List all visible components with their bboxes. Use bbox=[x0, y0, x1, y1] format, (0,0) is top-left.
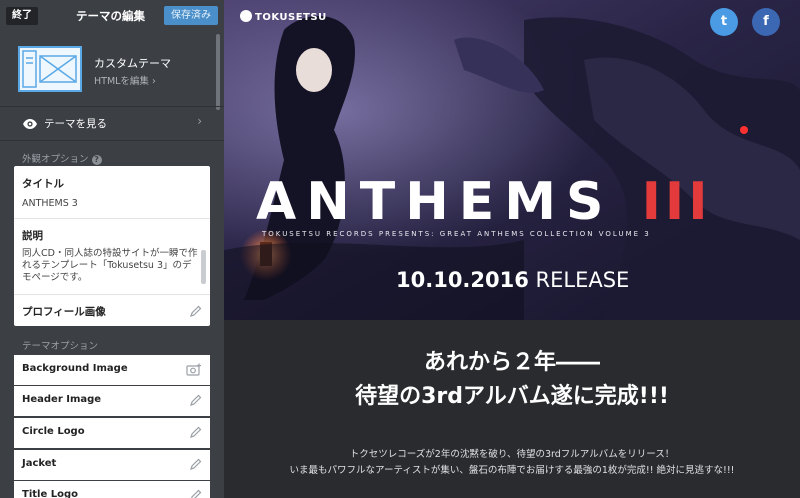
divider bbox=[0, 140, 224, 141]
option-jacket[interactable]: Jacket bbox=[14, 450, 210, 480]
description-field-label: 説明 bbox=[22, 230, 43, 242]
brand-name: TOKUSETSU bbox=[255, 12, 327, 23]
headline-2: 待望の3rdアルバム遂に完成!!! bbox=[355, 384, 669, 409]
theme-name: カスタムテーマ bbox=[94, 57, 171, 70]
title-field-label: タイトル bbox=[22, 178, 64, 190]
current-theme-card[interactable]: カスタムテーマ HTMLを編集 › bbox=[14, 44, 210, 100]
option-label: Header Image bbox=[22, 394, 102, 405]
content-section: あれから２年―― 待望の3rdアルバム遂に完成!!! トクセツレコーズが2年の沈… bbox=[224, 320, 800, 498]
hero-banner: TOKUSETSU t f ANTHEMS III TOKUSETSU RECO… bbox=[224, 0, 800, 320]
pencil-icon[interactable] bbox=[190, 489, 202, 498]
appearance-section-label: 外観オプション? bbox=[22, 151, 102, 165]
option-header-image[interactable]: Header Image bbox=[14, 386, 210, 416]
facebook-icon: f bbox=[763, 14, 769, 29]
pencil-icon[interactable] bbox=[190, 305, 202, 317]
theme-thumbnail bbox=[18, 46, 82, 92]
theme-options-section-label: テーマオプション bbox=[22, 341, 99, 352]
divider bbox=[14, 218, 210, 219]
sidebar-topbar: 終了 テーマの編集 保存済み bbox=[0, 0, 224, 30]
chevron-right-icon: › bbox=[197, 114, 202, 128]
help-icon[interactable]: ? bbox=[91, 155, 102, 165]
saved-button[interactable]: 保存済み bbox=[164, 6, 218, 25]
release-info: 10.10.2016 RELEASE bbox=[396, 268, 629, 292]
hero-title-number: III bbox=[641, 172, 712, 232]
description-scrollbar[interactable] bbox=[201, 250, 206, 284]
view-theme-link[interactable]: テーマを見る › bbox=[0, 112, 210, 134]
appearance-section-text: 外観オプション bbox=[22, 154, 89, 165]
sidebar-title: テーマの編集 bbox=[76, 9, 145, 23]
camera-add-icon[interactable] bbox=[186, 363, 202, 379]
option-label: Title Logo bbox=[22, 489, 78, 498]
title-field[interactable]: ANTHEMS 3 bbox=[22, 198, 78, 209]
divider bbox=[14, 294, 210, 295]
pencil-icon[interactable] bbox=[190, 394, 202, 409]
option-label: Background Image bbox=[22, 363, 128, 374]
release-word: RELEASE bbox=[528, 268, 630, 292]
profile-image-label: プロフィール画像 bbox=[22, 306, 106, 318]
close-button[interactable]: 終了 bbox=[6, 7, 38, 25]
theme-editor: 終了 テーマの編集 保存済み カスタムテーマ HTMLを編集 › テーマを見る … bbox=[0, 0, 800, 498]
sidebar-scrollbar[interactable] bbox=[216, 34, 220, 110]
eye-icon bbox=[22, 115, 38, 134]
intro-paragraph-1: トクセツレコーズが2年の沈黙を破り、待望の3rdフルアルバムをリリース！ bbox=[349, 449, 675, 460]
option-background-image[interactable]: Background Image bbox=[14, 355, 210, 385]
twitter-button[interactable]: t bbox=[710, 8, 738, 36]
view-theme-label: テーマを見る bbox=[44, 118, 107, 130]
pencil-icon[interactable] bbox=[190, 458, 202, 473]
description-field[interactable]: 同人CD・同人誌の特設サイトが一瞬で作れるテンプレート「Tokusetsu 3」… bbox=[22, 248, 200, 284]
hero-subtitle: TOKUSETSU RECORDS PRESENTS: GREAT ANTHEM… bbox=[262, 230, 651, 238]
site-logo[interactable]: TOKUSETSU bbox=[240, 10, 327, 23]
twitter-icon: t bbox=[720, 14, 728, 29]
release-date: 10.10.2016 bbox=[396, 268, 529, 292]
divider bbox=[0, 106, 224, 107]
logo-icon bbox=[240, 10, 252, 22]
appearance-panel: タイトル ANTHEMS 3 説明 同人CD・同人誌の特設サイトが一瞬で作れるテ… bbox=[14, 166, 210, 326]
intro-paragraph-2: いま最もパワフルなアーティストが集い、盤石の布陣でお届けする最強の1枚が完成!!… bbox=[289, 465, 735, 476]
edit-html-link[interactable]: HTMLを編集 › bbox=[94, 73, 156, 87]
option-title-logo[interactable]: Title Logo bbox=[14, 481, 210, 498]
pencil-icon[interactable] bbox=[190, 426, 202, 441]
option-label: Circle Logo bbox=[22, 426, 85, 437]
headline-1: あれから２年―― bbox=[423, 350, 600, 375]
option-circle-logo[interactable]: Circle Logo bbox=[14, 418, 210, 448]
theme-thumbnail-icon bbox=[22, 50, 77, 88]
editor-sidebar: 終了 テーマの編集 保存済み カスタムテーマ HTMLを編集 › テーマを見る … bbox=[0, 0, 224, 498]
hero-title-text: ANTHEMS bbox=[256, 172, 642, 232]
option-label: Jacket bbox=[22, 458, 57, 469]
site-preview: TOKUSETSU t f ANTHEMS III TOKUSETSU RECO… bbox=[224, 0, 800, 498]
hero-title: ANTHEMS III bbox=[256, 172, 712, 232]
facebook-button[interactable]: f bbox=[752, 8, 780, 36]
